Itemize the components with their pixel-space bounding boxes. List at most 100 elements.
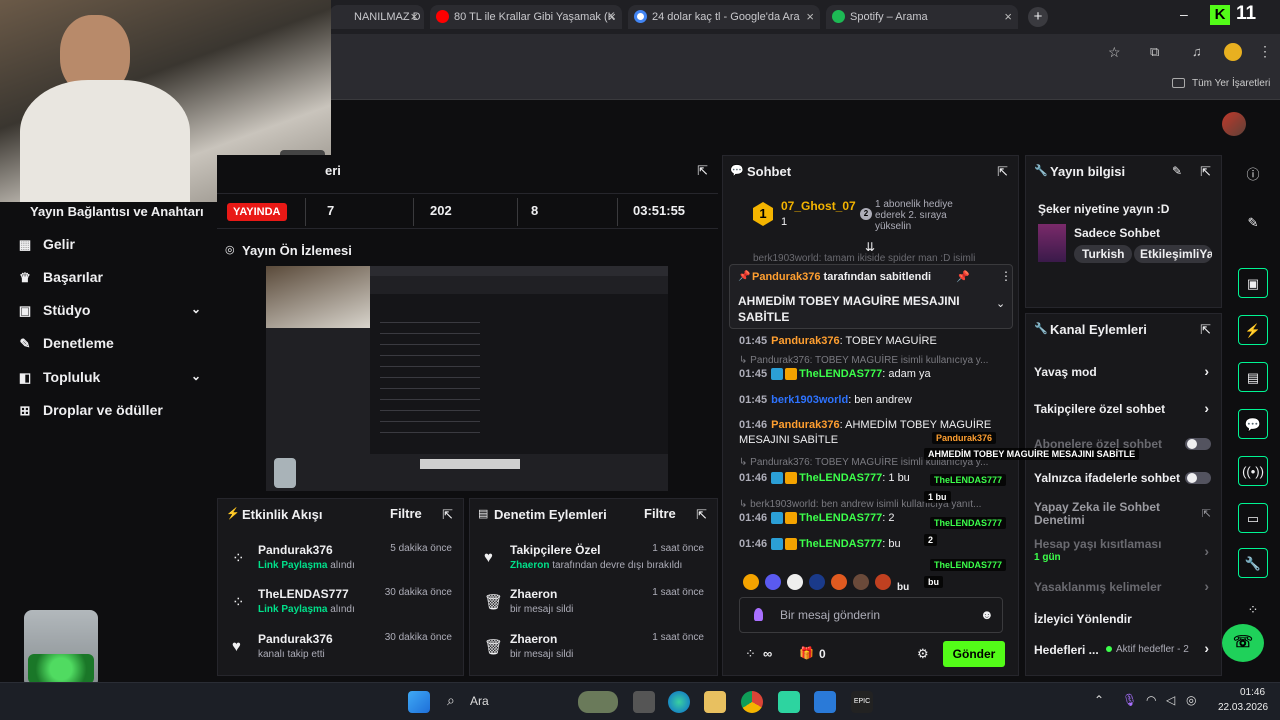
emote-icon[interactable]	[809, 574, 825, 590]
edge-icon[interactable]	[668, 691, 690, 713]
chat-username[interactable]: Pandurak376	[771, 335, 839, 347]
subs-only-toggle[interactable]	[1185, 438, 1211, 450]
volume-icon[interactable]: ◁	[1166, 693, 1175, 707]
emote-icon[interactable]	[831, 574, 847, 590]
emote-icon[interactable]	[765, 574, 781, 590]
chevron-down-icon[interactable]: ⌄	[996, 297, 1005, 310]
microphone-icon[interactable]: 🎙	[1122, 693, 1137, 707]
slow-mode-item[interactable]: Yavaş mod	[1034, 365, 1214, 379]
chat-message[interactable]: 01:45 berk1903world: ben andrew	[739, 393, 999, 408]
unpin-icon[interactable]: 📌	[956, 270, 970, 283]
browser-tab[interactable]: 80 TL ile Krallar Gibi Yaşamak (K ×	[430, 5, 622, 29]
gift-icon[interactable]: 🎁	[799, 646, 814, 660]
filter-button[interactable]: Filtre	[390, 506, 422, 521]
chat-input[interactable]: Bir mesaj gönderin ☻	[739, 597, 1003, 633]
category-name[interactable]: Sadece Sohbet	[1074, 226, 1160, 240]
browser-tab[interactable]: NANILMAZ D ×	[330, 5, 424, 29]
chevron-right-icon[interactable]: ›	[1204, 640, 1209, 656]
document-icon[interactable]: ▤	[1238, 362, 1268, 392]
info-icon[interactable]: ⓘ	[1238, 160, 1268, 190]
chat-message[interactable]: 01:46 TheLENDAS777: bu	[739, 537, 999, 552]
tag-chip[interactable]: EtkileşimliYa	[1134, 245, 1212, 263]
emote-icon[interactable]	[743, 574, 759, 590]
channel-points-icon[interactable]: ⁘	[745, 646, 756, 662]
send-button[interactable]: Gönder	[943, 641, 1005, 667]
raid-item[interactable]: İzleyici Yönlendir	[1034, 612, 1214, 626]
community-icon[interactable]: ⁘	[1238, 595, 1268, 625]
browser-tab[interactable]: Spotify – Arama ×	[826, 5, 1018, 29]
leader-name[interactable]: 07_Ghost_07	[781, 199, 856, 213]
sidebar-item-studio[interactable]: ▣ Stüdyo ⌄	[16, 302, 201, 322]
chat-message[interactable]: 01:45 Pandurak376: TOBEY MAGUİRE	[739, 334, 999, 349]
chat-username[interactable]: TheLENDAS777	[799, 538, 882, 550]
file-explorer-icon[interactable]	[704, 691, 726, 713]
minimize-button[interactable]: –	[1180, 6, 1188, 22]
user-avatar[interactable]	[1222, 112, 1246, 136]
film-icon[interactable]: ▭	[1238, 503, 1268, 533]
browser-menu-icon[interactable]: ⋮	[1258, 43, 1272, 60]
tag-chip[interactable]: Turkish	[1074, 245, 1133, 263]
popout-icon[interactable]: ⇱	[997, 164, 1008, 180]
task-view-icon[interactable]	[633, 691, 655, 713]
followers-only-item[interactable]: Takipçilere özel sohbet	[1034, 402, 1214, 416]
popout-icon[interactable]: ⇱	[1200, 164, 1211, 180]
browser-tab[interactable]: 24 dolar kaç tl - Google'da Ara ×	[628, 5, 820, 29]
chevron-right-icon[interactable]: ›	[1204, 578, 1209, 594]
banned-words-item[interactable]: Yasaklanmış kelimeler	[1034, 580, 1214, 594]
profile-avatar[interactable]	[1224, 43, 1242, 61]
app-icon[interactable]	[778, 691, 800, 713]
chat-username[interactable]: TheLENDAS777	[799, 368, 882, 380]
emoji-icon[interactable]: ☻	[980, 607, 994, 622]
scroll-down-icon[interactable]: ⇊	[865, 240, 875, 254]
sidebar-item-revenue[interactable]: ▦ Gelir	[16, 236, 75, 256]
media-icon[interactable]: ♫	[1192, 44, 1202, 59]
clock-date[interactable]: 22.03.2026	[1218, 702, 1268, 713]
sidebar-item-achievements[interactable]: ♛ Başarılar	[16, 269, 103, 289]
chrome-icon[interactable]	[741, 691, 763, 713]
clock-time[interactable]: 01:46	[1240, 687, 1265, 698]
chevron-right-icon[interactable]: ›	[1204, 543, 1209, 559]
popout-icon[interactable]: ⇱	[696, 507, 707, 523]
widget-icon[interactable]	[578, 691, 618, 713]
goals-item[interactable]: Hedefleri ...	[1034, 643, 1104, 657]
emote-icon[interactable]	[875, 574, 891, 590]
taskbar-search[interactable]: Ara	[470, 694, 489, 708]
search-icon[interactable]: ⌕	[447, 692, 455, 709]
close-tab-icon[interactable]: ×	[806, 9, 814, 24]
gamepad-icon[interactable]: ◎	[1186, 693, 1196, 707]
emote-only-toggle[interactable]	[1185, 472, 1211, 484]
edit-pencil-icon[interactable]: ✎	[1172, 164, 1182, 178]
close-tab-icon[interactable]: ×	[608, 9, 616, 24]
wrench-icon[interactable]: 🔧	[1238, 548, 1268, 578]
extensions-icon[interactable]: ⧉	[1150, 44, 1159, 60]
chat-reply-context[interactable]: ↳ berk1903world: ben andrew isimli kulla…	[739, 497, 999, 512]
new-tab-button[interactable]: +	[1028, 7, 1048, 27]
chevron-up-icon[interactable]: ⌃	[1094, 693, 1104, 707]
popout-icon[interactable]: ⇱	[1200, 322, 1211, 338]
epic-games-icon[interactable]: EPIC	[851, 691, 873, 713]
chat-username[interactable]: TheLENDAS777	[799, 472, 882, 484]
screenshot-icon[interactable]: ▣	[1238, 268, 1268, 298]
close-tab-icon[interactable]: ×	[1004, 9, 1012, 24]
sidebar-item-stream-key[interactable]: Yayın Bağlantısı ve Anahtarı	[30, 204, 204, 224]
chevron-right-icon[interactable]: ›	[1204, 400, 1209, 416]
bits-icon[interactable]	[754, 608, 763, 621]
sidebar-item-drops[interactable]: ⊞ Droplar ve ödüller	[16, 402, 163, 422]
all-bookmarks-label[interactable]: Tüm Yer İşaretleri	[1192, 78, 1270, 89]
settings-gear-icon[interactable]: ⚙	[917, 646, 929, 662]
chat-bubble-icon[interactable]: 💬	[1238, 409, 1268, 439]
bookmark-star-icon[interactable]: ☆	[1108, 44, 1121, 61]
close-tab-icon[interactable]: ×	[410, 9, 418, 24]
chat-reply-context[interactable]: ↳ Pandurak376: TOBEY MAGUİRE isimli kull…	[739, 353, 999, 368]
edit-pencil-icon[interactable]: ✎	[1238, 208, 1268, 238]
chat-username[interactable]: berk1903world	[771, 394, 848, 406]
sidebar-item-community[interactable]: ◧ Topluluk ⌄	[16, 369, 201, 389]
broadcast-icon[interactable]: ((•))	[1238, 456, 1268, 486]
chevron-right-icon[interactable]: ›	[1204, 363, 1209, 379]
chat-message[interactable]: 01:45 TheLENDAS777: adam ya	[739, 367, 999, 382]
filter-button[interactable]: Filtre	[644, 506, 676, 521]
more-options-icon[interactable]: ⋮	[1000, 269, 1012, 283]
windows-start-icon[interactable]	[408, 691, 430, 713]
wifi-icon[interactable]: ◠	[1146, 693, 1156, 707]
account-age-item[interactable]: Hesap yaşı kısıtlaması	[1034, 537, 1214, 551]
